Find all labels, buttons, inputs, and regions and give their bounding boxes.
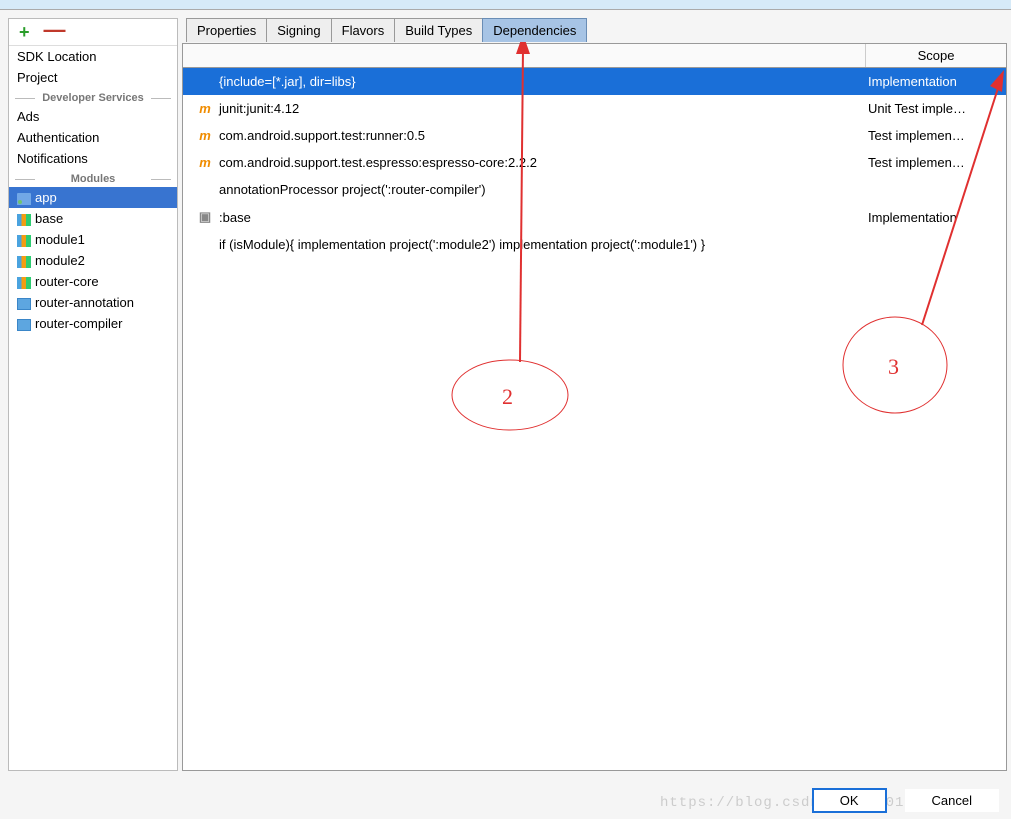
sidebar-module-base[interactable]: base: [9, 208, 177, 229]
maven-icon: m: [197, 155, 213, 170]
dependency-text: {include=[*.jar], dir=libs}: [219, 74, 356, 89]
module-icon: [17, 214, 31, 226]
sidebar-module-app[interactable]: app: [9, 187, 177, 208]
sidebar-module-router-annotation[interactable]: router-annotation: [9, 292, 177, 313]
dependency-scope[interactable]: Unit Test imple…: [860, 97, 1000, 120]
dependency-scope[interactable]: Test implemen…: [860, 124, 1000, 147]
remove-icon[interactable]: —: [44, 25, 66, 35]
dependency-row[interactable]: {include=[*.jar], dir=libs} Implementatio…: [183, 68, 1006, 95]
maven-icon: m: [197, 101, 213, 116]
module-icon: [17, 256, 31, 268]
sidebar-divider-dev: Developer Services: [9, 92, 177, 104]
sidebar-item-sdk-location[interactable]: SDK Location: [9, 46, 177, 67]
module-icon: [17, 277, 31, 289]
tab-dependencies[interactable]: Dependencies: [482, 18, 587, 42]
sidebar-item-label: module2: [35, 253, 85, 268]
sidebar-item-label: module1: [35, 232, 85, 247]
dependency-scope[interactable]: Implementation: [860, 206, 1000, 229]
dependency-row[interactable]: m com.android.support.test:runner:0.5 Test…: [183, 122, 1006, 149]
dependency-scope[interactable]: [860, 241, 1000, 249]
tab-flavors[interactable]: Flavors: [331, 18, 396, 42]
sidebar-module-module2[interactable]: module2: [9, 250, 177, 271]
header-scope[interactable]: Scope: [866, 44, 1006, 67]
ok-button[interactable]: OK: [812, 788, 887, 813]
dependency-row[interactable]: ▣ :base Implementation: [183, 203, 1006, 231]
module-icon: [17, 235, 31, 247]
bottom-bar: OK Cancel: [812, 788, 999, 813]
maven-icon: m: [197, 128, 213, 143]
sidebar-item-label: base: [35, 211, 63, 226]
window-titlebar: [0, 0, 1011, 10]
dependencies-table: Scope {include=[*.jar], dir=libs} Impleme…: [182, 43, 1007, 771]
sidebar-item-ads[interactable]: Ads: [9, 106, 177, 127]
dependency-text: com.android.support.test:runner:0.5: [219, 128, 425, 143]
sidebar-item-label: router-core: [35, 274, 99, 289]
folder-icon: [17, 193, 31, 205]
module-icon: [17, 298, 31, 310]
module-icon: [17, 319, 31, 331]
dependency-text: :base: [219, 210, 251, 225]
dependency-text: if (isModule){ implementation project(':…: [219, 237, 705, 252]
sidebar-item-project[interactable]: Project: [9, 67, 177, 88]
sidebar-item-notifs[interactable]: Notifications: [9, 148, 177, 169]
table-header: Scope: [183, 44, 1006, 68]
folder-icon: ▣: [197, 209, 213, 225]
sidebar-item-label: app: [35, 190, 57, 205]
sidebar: + — SDK Location Project Developer Servi…: [8, 18, 178, 771]
tab-signing[interactable]: Signing: [266, 18, 331, 42]
tab-properties[interactable]: Properties: [186, 18, 267, 42]
dependency-text: com.android.support.test.espresso:espres…: [219, 155, 537, 170]
dependency-scope[interactable]: Implementation: [860, 70, 1000, 93]
dependency-scope[interactable]: Test implemen…: [860, 151, 1000, 174]
sidebar-item-label: router-annotation: [35, 295, 134, 310]
sidebar-toolbar: + —: [9, 19, 177, 46]
content-area: Properties Signing Flavors Build Types D…: [182, 18, 1007, 771]
dependency-text: junit:junit:4.12: [219, 101, 299, 116]
tab-build-types[interactable]: Build Types: [394, 18, 483, 42]
dependency-scope[interactable]: [860, 186, 1000, 194]
sidebar-module-router-core[interactable]: router-core: [9, 271, 177, 292]
dependency-row[interactable]: m com.android.support.test.espresso:espre…: [183, 149, 1006, 176]
table-rows: {include=[*.jar], dir=libs} Implementatio…: [183, 68, 1006, 770]
dependency-text: annotationProcessor project(':router-com…: [219, 182, 486, 197]
sidebar-module-router-compiler[interactable]: router-compiler: [9, 313, 177, 334]
sidebar-divider-modules: Modules: [9, 173, 177, 185]
sidebar-list: SDK Location Project Developer Services …: [9, 46, 177, 770]
dependency-row[interactable]: annotationProcessor project(':router-com…: [183, 176, 1006, 203]
dependency-row[interactable]: m junit:junit:4.12 Unit Test imple…: [183, 95, 1006, 122]
sidebar-item-label: router-compiler: [35, 316, 122, 331]
header-dep[interactable]: [183, 44, 866, 67]
dependency-row[interactable]: if (isModule){ implementation project(':…: [183, 231, 1006, 258]
sidebar-module-module1[interactable]: module1: [9, 229, 177, 250]
sidebar-item-auth[interactable]: Authentication: [9, 127, 177, 148]
cancel-button[interactable]: Cancel: [905, 789, 999, 812]
add-icon[interactable]: +: [19, 25, 30, 39]
tabs: Properties Signing Flavors Build Types D…: [186, 18, 1007, 43]
